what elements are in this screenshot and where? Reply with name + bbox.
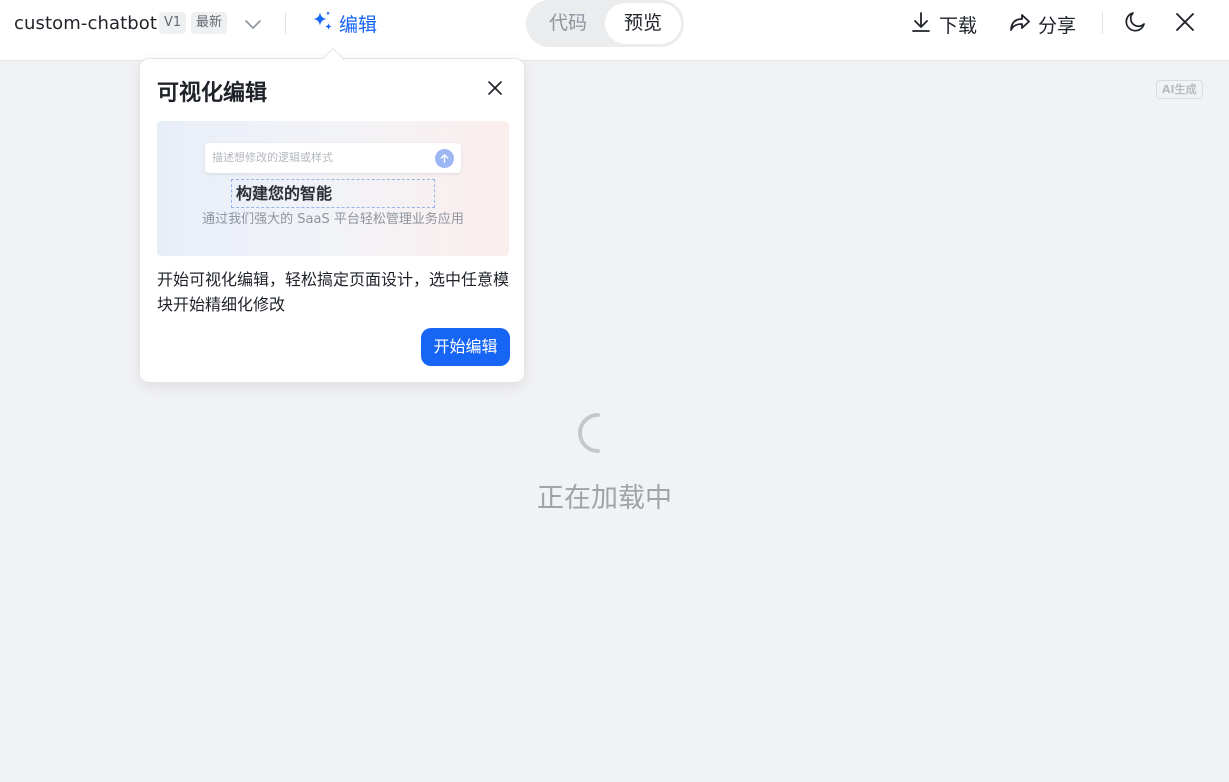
feature-preview-image: 描述想修改的逻辑或样式 构建您的智能 通过我们强大的 SaaS 平台轻松管理业务… bbox=[157, 121, 509, 256]
loading-text: 正在加载中 bbox=[537, 483, 672, 514]
divider bbox=[1102, 12, 1103, 34]
download-icon bbox=[909, 10, 933, 39]
close-button[interactable] bbox=[1171, 10, 1199, 38]
share-label: 分享 bbox=[1038, 14, 1077, 37]
popover-close-button[interactable] bbox=[483, 78, 507, 102]
preview-input-placeholder: 描述想修改的逻辑或样式 bbox=[212, 151, 333, 164]
preview-input: 描述想修改的逻辑或样式 bbox=[205, 143, 461, 173]
divider bbox=[285, 12, 286, 34]
preview-heading: 构建您的智能 bbox=[231, 179, 435, 208]
edit-label: 编辑 bbox=[339, 13, 378, 36]
theme-toggle-button[interactable] bbox=[1121, 10, 1149, 38]
tab-code[interactable]: 代码 bbox=[530, 3, 606, 44]
arrow-up-icon bbox=[435, 149, 454, 168]
tab-preview[interactable]: 预览 bbox=[605, 3, 681, 44]
popover-description: 开始可视化编辑，轻松搞定页面设计，选中任意模块开始精细化修改 bbox=[157, 270, 510, 314]
close-icon bbox=[487, 80, 503, 100]
moon-icon bbox=[1123, 10, 1147, 38]
chevron-down-icon[interactable] bbox=[243, 14, 263, 34]
popover-title: 可视化编辑 bbox=[157, 81, 268, 106]
edit-button[interactable]: 编辑 bbox=[310, 9, 377, 37]
top-bar: custom-chatbot V1 最新 编辑 代码 预览 下载 分享 bbox=[0, 0, 1229, 61]
version-badge[interactable]: V1 bbox=[159, 12, 187, 34]
share-icon bbox=[1008, 10, 1032, 39]
preview-subtitle: 通过我们强大的 SaaS 平台轻松管理业务应用 bbox=[202, 212, 464, 227]
latest-badge: 最新 bbox=[191, 12, 228, 34]
close-icon bbox=[1173, 10, 1197, 38]
app-title: custom-chatbot bbox=[14, 13, 158, 34]
ai-generated-tag: AI生成 bbox=[1156, 80, 1203, 99]
sparkle-icon bbox=[310, 9, 334, 38]
share-button[interactable]: 分享 bbox=[1008, 9, 1076, 39]
view-toggle: 代码 预览 bbox=[526, 0, 684, 47]
visual-edit-popover: 可视化编辑 描述想修改的逻辑或样式 构建您的智能 通过我们强大的 SaaS 平台… bbox=[139, 58, 525, 383]
start-editing-button[interactable]: 开始编辑 bbox=[421, 328, 510, 366]
loading-spinner bbox=[578, 413, 618, 453]
download-button[interactable]: 下载 bbox=[909, 9, 977, 39]
download-label: 下载 bbox=[939, 14, 978, 37]
